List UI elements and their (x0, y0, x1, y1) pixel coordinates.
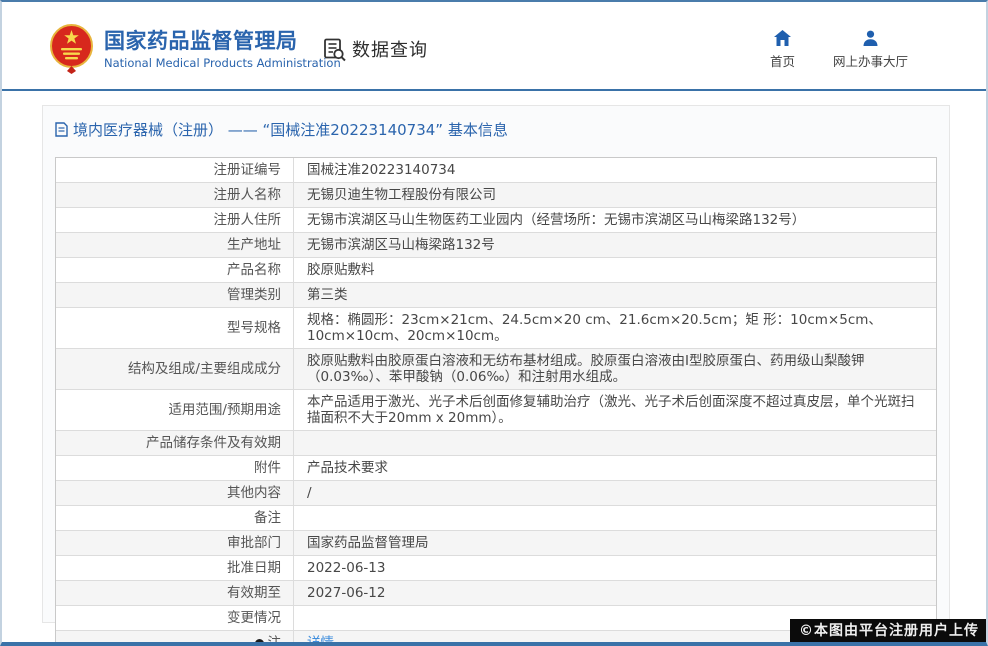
table-row: 批准日期2022-06-13 (56, 556, 936, 581)
nav-service-hall[interactable]: 网上办事大厅 (833, 30, 908, 70)
table-row: 审批部门国家药品监督管理局 (56, 531, 936, 556)
watermark: ©本图由平台注册用户上传 (790, 619, 986, 642)
breadcrumb: 境内医疗器械（注册） —— “国械注准20223140734” 基本信息 (43, 106, 949, 152)
row-label: 产品名称 (56, 258, 294, 282)
row-value (294, 431, 936, 455)
table-row: 型号规格规格：椭圆形：23cm×21cm、24.5cm×20 cm、21.6cm… (56, 308, 936, 349)
row-value: 第三类 (294, 283, 936, 307)
nav-home-label: 首页 (770, 51, 795, 70)
top-nav: 首页 网上办事大厅 (770, 30, 908, 70)
row-label: 管理类别 (56, 283, 294, 307)
row-value: / (294, 481, 936, 505)
info-card: 境内医疗器械（注册） —— “国械注准20223140734” 基本信息 注册证… (42, 105, 950, 623)
details-link[interactable]: 详情 (307, 635, 334, 646)
row-label: 生产地址 (56, 233, 294, 257)
nav-home[interactable]: 首页 (770, 30, 795, 70)
data-query-label: 数据查询 (352, 36, 428, 62)
row-label: 型号规格 (56, 308, 294, 348)
row-label: 附件 (56, 456, 294, 480)
row-value: 2022-06-13 (294, 556, 936, 580)
national-emblem-icon (50, 24, 93, 74)
page: 国家药品监督管理局 National Medical Products Admi… (0, 0, 988, 646)
row-label: 备注 (56, 506, 294, 530)
nav-service-hall-label: 网上办事大厅 (833, 51, 908, 70)
data-query-icon (322, 37, 347, 62)
row-value: 产品技术要求 (294, 456, 936, 480)
table-row: 有效期至2027-06-12 (56, 581, 936, 606)
row-value: 国械注准20223140734 (294, 158, 936, 182)
row-value: 胶原贴敷料 (294, 258, 936, 282)
table-row: 管理类别第三类 (56, 283, 936, 308)
table-row: 注册人名称无锡贝迪生物工程股份有限公司 (56, 183, 936, 208)
row-label: 注册证编号 (56, 158, 294, 182)
row-label: 批准日期 (56, 556, 294, 580)
row-label: 适用范围/预期用途 (56, 390, 294, 430)
row-value: 无锡市滨湖区马山生物医药工业园内（经营场所：无锡市滨湖区马山梅梁路132号） (294, 208, 936, 232)
row-label: 有效期至 (56, 581, 294, 605)
row-label: 其他内容 (56, 481, 294, 505)
row-value: 国家药品监督管理局 (294, 531, 936, 555)
row-value: 2027-06-12 (294, 581, 936, 605)
table-row: 备注 (56, 506, 936, 531)
row-value: 无锡市滨湖区马山梅梁路132号 (294, 233, 936, 257)
row-value: 规格：椭圆形：23cm×21cm、24.5cm×20 cm、21.6cm×20.… (294, 308, 936, 348)
row-value: 胶原贴敷料由胶原蛋白溶液和无纺布基材组成。胶原蛋白溶液由I型胶原蛋白、药用级山梨… (294, 349, 936, 389)
row-label: 结构及组成/主要组成成分 (56, 349, 294, 389)
home-icon (774, 30, 791, 46)
row-label: 注册人名称 (56, 183, 294, 207)
table-row: 产品名称胶原贴敷料 (56, 258, 936, 283)
data-query-section[interactable]: 数据查询 (322, 36, 428, 62)
row-label: 变更情况 (56, 606, 294, 630)
org-title-block: 国家药品监督管理局 National Medical Products Admi… (104, 24, 341, 71)
user-icon (862, 30, 879, 46)
site-logo[interactable]: 国家药品监督管理局 National Medical Products Admi… (50, 24, 341, 74)
org-name-en: National Medical Products Administration (104, 56, 341, 71)
site-header: 国家药品监督管理局 National Medical Products Admi… (2, 2, 986, 91)
table-row: 产品储存条件及有效期 (56, 431, 936, 456)
row-value (294, 506, 936, 530)
table-row: 结构及组成/主要组成成分胶原贴敷料由胶原蛋白溶液和无纺布基材组成。胶原蛋白溶液由… (56, 349, 936, 390)
row-label: 审批部门 (56, 531, 294, 555)
table-row: 注册人住所无锡市滨湖区马山生物医药工业园内（经营场所：无锡市滨湖区马山梅梁路13… (56, 208, 936, 233)
registration-table: 注册证编号国械注准20223140734注册人名称无锡贝迪生物工程股份有限公司注… (55, 157, 937, 646)
row-value: 无锡贝迪生物工程股份有限公司 (294, 183, 936, 207)
breadcrumb-text: 境内医疗器械（注册） —— “国械注准20223140734” 基本信息 (73, 119, 508, 140)
note-bulb-icon (255, 639, 264, 646)
table-row: 注册证编号国械注准20223140734 (56, 158, 936, 183)
row-value: 本产品适用于激光、光子术后创面修复辅助治疗（激光、光子术后创面深度不超过真皮层，… (294, 390, 936, 430)
row-label: 注册人住所 (56, 208, 294, 232)
row-label: 注 (56, 631, 294, 646)
table-row: 附件产品技术要求 (56, 456, 936, 481)
row-label: 产品储存条件及有效期 (56, 431, 294, 455)
org-name: 国家药品监督管理局 (104, 28, 341, 54)
table-row: 适用范围/预期用途本产品适用于激光、光子术后创面修复辅助治疗（激光、光子术后创面… (56, 390, 936, 431)
table-row: 生产地址无锡市滨湖区马山梅梁路132号 (56, 233, 936, 258)
document-icon (55, 122, 68, 137)
table-row: 其他内容/ (56, 481, 936, 506)
